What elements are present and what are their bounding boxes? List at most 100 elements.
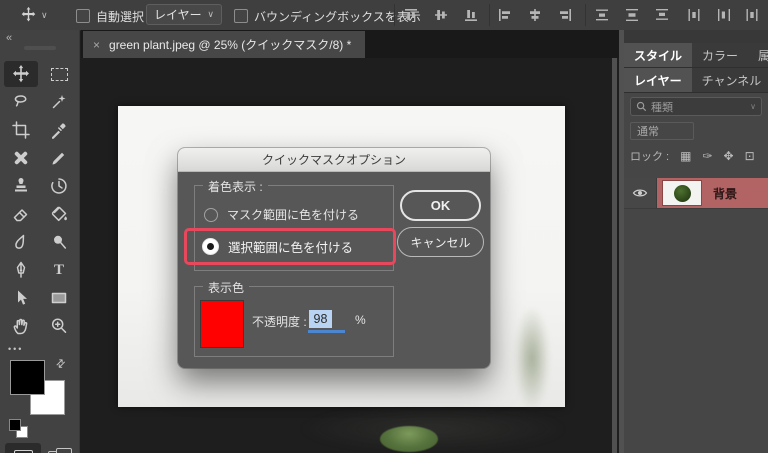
opacity-label: 不透明度 : (252, 313, 307, 330)
dodge-tool[interactable] (40, 228, 78, 256)
default-foreground-swatch[interactable] (9, 419, 21, 431)
align-bottom-edges-icon[interactable] (463, 7, 479, 23)
crop-tool[interactable] (2, 116, 40, 144)
document-tab[interactable]: × green plant.jpeg @ 25% (クイックマスク/8) * (83, 31, 365, 58)
filter-kind-label: 種類 (651, 99, 750, 115)
opacity-unit: % (355, 313, 366, 327)
eye-icon[interactable] (632, 187, 648, 199)
align-vertical-centers-icon[interactable] (433, 7, 449, 23)
auto-select-checkbox[interactable] (76, 9, 90, 23)
align-left-edges-icon[interactable] (497, 7, 513, 23)
auto-select-mode-value: レイヤー (154, 6, 202, 23)
collapse-panel-icon[interactable]: « (6, 32, 12, 44)
align-right-edges-icon[interactable] (557, 7, 573, 23)
smudge-tool[interactable] (2, 228, 40, 256)
screen-mode-button[interactable] (45, 443, 75, 453)
close-tab-icon[interactable]: × (93, 38, 100, 52)
document-tab-title: green plant.jpeg @ 25% (クイックマスク/8) * (109, 36, 351, 53)
search-icon (636, 101, 647, 112)
radio-masked-areas[interactable]: マスク範囲に色を付ける (204, 206, 359, 223)
chevron-down-icon: ∨ (750, 102, 756, 111)
tab-properties[interactable]: 属性 (748, 43, 768, 67)
blend-mode-value: 通常 (637, 123, 659, 139)
auto-select-label: 自動選択 : (96, 8, 151, 25)
layer-row[interactable]: 背景 (624, 178, 768, 208)
quick-mask-mode-button[interactable] (5, 443, 41, 453)
radio-selected-icon[interactable] (202, 238, 219, 255)
rectangle-tool[interactable] (40, 284, 78, 312)
distribute-bottom-edges-icon[interactable] (654, 7, 670, 23)
tab-layers[interactable]: レイヤー (624, 68, 692, 92)
opacity-input-underline (308, 330, 345, 333)
layer-selected-highlight[interactable]: 背景 (657, 178, 768, 208)
tool-grid: T (2, 60, 78, 340)
layer-thumbnail[interactable] (662, 180, 702, 206)
distribute-horizontal-centers-icon[interactable] (716, 7, 732, 23)
plant-image-edge (514, 306, 550, 411)
lock-position-icon[interactable]: ✥ (724, 149, 734, 163)
color-indicates-group: 着色表示 : (194, 185, 394, 271)
display-color-legend: 表示色 (203, 279, 249, 296)
distribute-top-edges-icon[interactable] (594, 7, 610, 23)
lock-paint-icon[interactable]: ✑ (702, 149, 712, 163)
options-bar: ∨ 自動選択 : レイヤー ∨ バウンディングボックスを表示 (0, 0, 768, 31)
layer-visibility-gutter[interactable] (624, 178, 657, 208)
clone-stamp-tool[interactable] (2, 172, 40, 200)
magic-wand-tool[interactable] (40, 88, 78, 116)
lock-row: ロック : ▦ ✑ ✥ ⊡ (630, 148, 755, 164)
radio-unselected-icon[interactable] (204, 208, 218, 222)
path-selection-tool[interactable] (2, 284, 40, 312)
healing-brush-tool[interactable] (2, 144, 40, 172)
panel-tabs-top: スタイル カラー 属性 (624, 43, 768, 68)
type-tool[interactable]: T (40, 256, 78, 284)
tool-preset-chevron-icon[interactable]: ∨ (41, 10, 48, 21)
align-top-edges-icon[interactable] (403, 7, 419, 23)
eyedropper-tool[interactable] (40, 116, 78, 144)
move-tool[interactable] (4, 61, 38, 87)
align-horizontal-centers-icon[interactable] (527, 7, 543, 23)
tab-color[interactable]: カラー (692, 43, 748, 67)
paint-bucket-tool[interactable] (40, 200, 78, 228)
move-tool-icon[interactable] (20, 6, 37, 23)
eraser-tool[interactable] (2, 200, 40, 228)
foreground-color-swatch[interactable] (10, 360, 45, 395)
panel-tabs-middle: レイヤー チャンネル (624, 68, 768, 93)
distribute-right-edges-icon[interactable] (744, 7, 760, 23)
cancel-button[interactable]: キャンセル (397, 227, 484, 257)
zoom-tool[interactable] (40, 312, 78, 340)
type-tool-icon: T (54, 262, 64, 279)
bounding-box-checkbox[interactable] (234, 9, 248, 23)
lock-label: ロック : (630, 148, 669, 164)
lock-frame-icon[interactable]: ⊡ (745, 149, 755, 163)
ok-button[interactable]: OK (400, 190, 481, 221)
photoshop-window: ∨ 自動選択 : レイヤー ∨ バウンディングボックスを表示 « (0, 0, 768, 453)
color-indicates-legend: 着色表示 : (203, 178, 268, 195)
brush-tool[interactable] (40, 144, 78, 172)
layer-filter-dropdown[interactable]: 種類 ∨ (630, 97, 762, 116)
tab-channels[interactable]: チャンネル (692, 68, 768, 92)
hand-tool[interactable] (2, 312, 40, 340)
history-brush-tool[interactable] (40, 172, 78, 200)
radio-selected-areas[interactable]: 選択範囲に色を付ける (202, 237, 353, 256)
marquee-icon (51, 68, 68, 81)
rectangular-marquee-tool[interactable] (40, 60, 78, 88)
auto-select-mode-dropdown[interactable]: レイヤー ∨ (146, 4, 222, 25)
opacity-input[interactable]: 98 (309, 310, 332, 328)
dialog-title: クイックマスクオプション (262, 151, 406, 168)
distribute-left-edges-icon[interactable] (686, 7, 702, 23)
quick-mask-options-dialog: クイックマスクオプション 着色表示 : マスク範囲に色を付ける 選択範囲に色を付… (178, 148, 490, 368)
dialog-title-bar[interactable]: クイックマスクオプション (178, 148, 490, 172)
tab-styles[interactable]: スタイル (624, 43, 692, 67)
tools-panel: « T ••• ⇄ (0, 30, 80, 453)
swap-colors-icon[interactable]: ⇄ (53, 356, 69, 372)
layer-name: 背景 (713, 185, 737, 202)
lasso-tool[interactable] (2, 88, 40, 116)
blend-mode-dropdown[interactable]: 通常 (630, 122, 694, 140)
lock-transparency-icon[interactable]: ▦ (680, 149, 691, 163)
pen-tool[interactable] (2, 256, 40, 284)
overlay-color-swatch[interactable] (200, 300, 244, 348)
edit-toolbar-ellipsis-icon[interactable]: ••• (8, 344, 23, 354)
panel-grip[interactable] (24, 46, 56, 50)
vertical-scrollbar[interactable] (612, 58, 617, 453)
distribute-vertical-centers-icon[interactable] (624, 7, 640, 23)
